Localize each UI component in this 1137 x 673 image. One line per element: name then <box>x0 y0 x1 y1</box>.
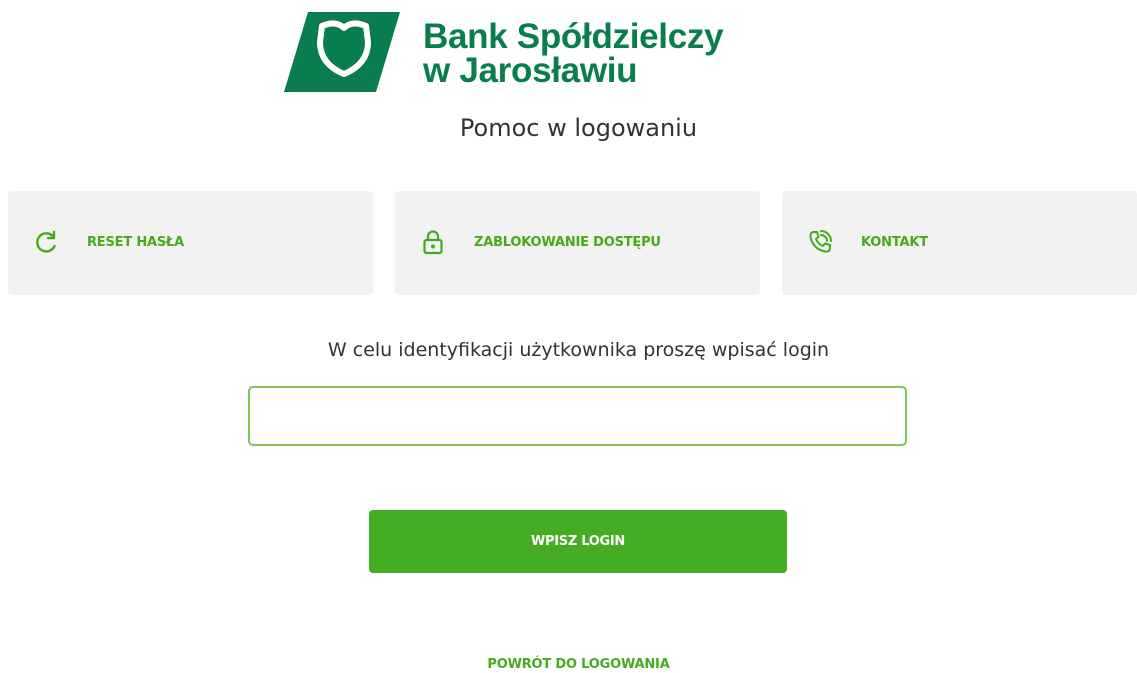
block-access-tile[interactable]: ZABLOKOWANIE DOSTĘPU <box>395 191 760 295</box>
logo-line-2: w Jarosławiu <box>423 51 638 90</box>
contact-label: KONTAKT <box>861 235 928 250</box>
login-help-page: Bank Spółdzielczy w Jarosławiu Pomoc w l… <box>0 0 1137 673</box>
page-title: Pomoc w logowaniu <box>459 114 698 142</box>
contact-tile[interactable]: KONTAKT <box>782 191 1137 295</box>
logo-line-1: Bank Spółdzielczy <box>423 17 724 56</box>
login-prompt: W celu identyfikacji użytkownika proszę … <box>327 339 830 361</box>
reset-password-label: RESET HASŁA <box>87 235 185 250</box>
login-input[interactable] <box>248 386 907 446</box>
block-access-label: ZABLOKOWANIE DOSTĘPU <box>474 235 661 250</box>
heart-shield-icon <box>284 12 400 92</box>
padlock-icon <box>423 230 443 255</box>
phone-ringing-icon <box>809 230 832 253</box>
reset-password-tile[interactable]: RESET HASŁA <box>8 191 373 295</box>
refresh-icon <box>36 230 56 253</box>
logo-wordmark: Bank Spółdzielczy w Jarosławiu <box>423 17 724 90</box>
back-to-login-link[interactable]: POWRÓT DO LOGOWANIA <box>0 657 1137 672</box>
bank-logo[interactable]: Bank Spółdzielczy w Jarosławiu <box>284 12 754 92</box>
enter-login-button[interactable]: WPISZ LOGIN <box>369 510 787 573</box>
